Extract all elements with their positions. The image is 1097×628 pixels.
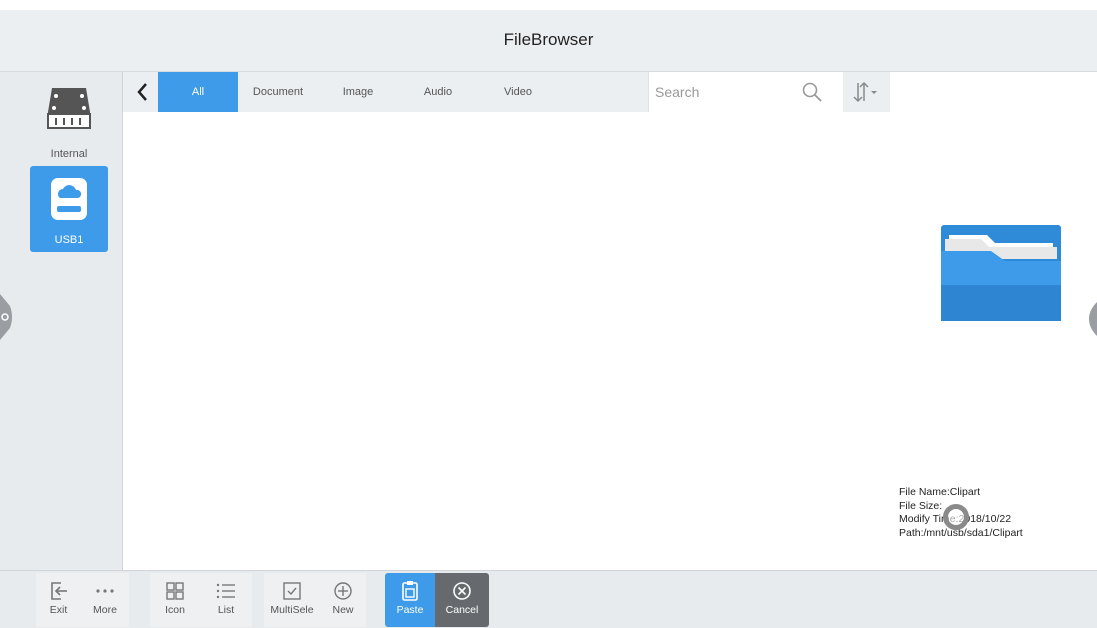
back-arrow-icon[interactable] <box>133 80 153 104</box>
icon-view-button[interactable]: Icon <box>150 573 200 627</box>
usb-drive-icon <box>51 178 87 220</box>
more-label: More <box>93 604 117 616</box>
paste-label: Paste <box>396 604 424 616</box>
cancel-label: Cancel <box>445 604 479 616</box>
drive-usb1[interactable]: USB1 <box>30 166 108 252</box>
checkbox-icon <box>283 582 301 600</box>
file-name-text: File Name:Clipart <box>899 486 981 498</box>
paste-icon <box>402 581 418 601</box>
exit-button[interactable]: Exit <box>36 573 81 627</box>
right-panel-handle[interactable] <box>1089 302 1097 336</box>
category-tab-bar: All Document Image Audio Video <box>123 72 890 112</box>
tab-video[interactable]: Video <box>478 72 558 112</box>
bottom-toolbar: Exit More Icon List MultiSele New Paste … <box>0 570 1097 628</box>
search-icon[interactable] <box>801 81 823 103</box>
exit-label: Exit <box>49 604 68 616</box>
exit-icon <box>50 582 67 600</box>
app-title: FileBrowser <box>503 30 594 49</box>
grid-view-icon <box>166 582 184 600</box>
file-list-area[interactable] <box>123 112 890 570</box>
sort-icon[interactable] <box>851 80 879 104</box>
list-view-button[interactable]: List <box>200 573 252 627</box>
plus-circle-icon <box>334 582 352 600</box>
tab-audio[interactable]: Audio <box>398 72 478 112</box>
paste-button[interactable]: Paste <box>385 573 435 627</box>
preview-panel: File Name:Clipart File Size: Modify Time… <box>890 72 1097 570</box>
multiselect-label: MultiSele <box>270 604 314 616</box>
drive-internal[interactable]: Internal <box>30 80 108 166</box>
new-label: New <box>332 604 354 616</box>
folder-icon <box>941 225 1061 321</box>
title-bar: FileBrowser <box>0 0 1097 72</box>
more-button[interactable]: More <box>81 573 129 627</box>
drive-internal-label: Internal <box>50 148 88 160</box>
sidebar-toggle-handle[interactable] <box>0 294 18 340</box>
new-button[interactable]: New <box>320 573 366 627</box>
tab-image[interactable]: Image <box>318 72 398 112</box>
list-view-label: List <box>217 604 235 616</box>
drive-usb1-label: USB1 <box>54 234 84 246</box>
internal-storage-icon <box>47 88 91 129</box>
more-icon <box>96 589 114 593</box>
search-input[interactable] <box>655 79 805 105</box>
search-box <box>648 72 843 112</box>
loading-spinner <box>943 504 969 530</box>
cancel-icon <box>453 582 471 600</box>
tab-all[interactable]: All <box>158 72 238 112</box>
tab-document[interactable]: Document <box>238 72 318 112</box>
list-view-icon <box>216 583 235 599</box>
storage-sidebar: Internal USB1 <box>0 72 123 570</box>
multiselect-button[interactable]: MultiSele <box>264 573 320 627</box>
cancel-button[interactable]: Cancel <box>435 573 489 627</box>
icon-view-label: Icon <box>165 604 185 616</box>
